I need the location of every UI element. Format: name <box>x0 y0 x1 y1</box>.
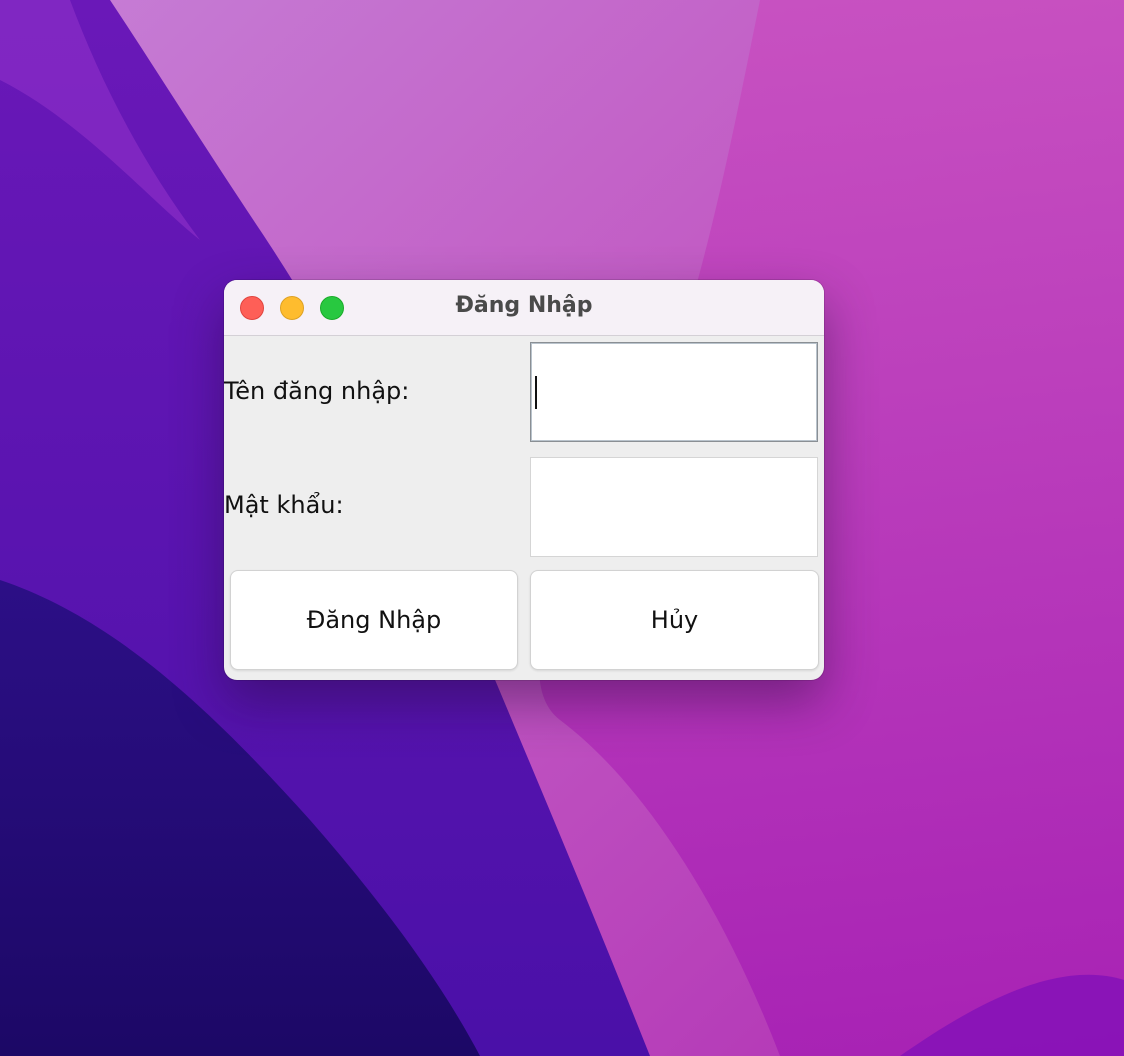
password-label: Mật khẩu: <box>224 491 344 519</box>
cancel-button[interactable]: Hủy <box>530 570 819 670</box>
window-title: Đăng Nhập <box>455 293 593 318</box>
password-input[interactable] <box>530 457 818 557</box>
login-button[interactable]: Đăng Nhập <box>230 570 518 670</box>
login-dialog: Đăng Nhập Tên đăng nhập: Mật khẩu: Đăng … <box>224 280 824 680</box>
username-label: Tên đăng nhập: <box>224 377 410 405</box>
window-titlebar[interactable]: Đăng Nhập <box>224 280 824 336</box>
username-input[interactable] <box>530 342 818 442</box>
text-caret <box>535 376 537 409</box>
